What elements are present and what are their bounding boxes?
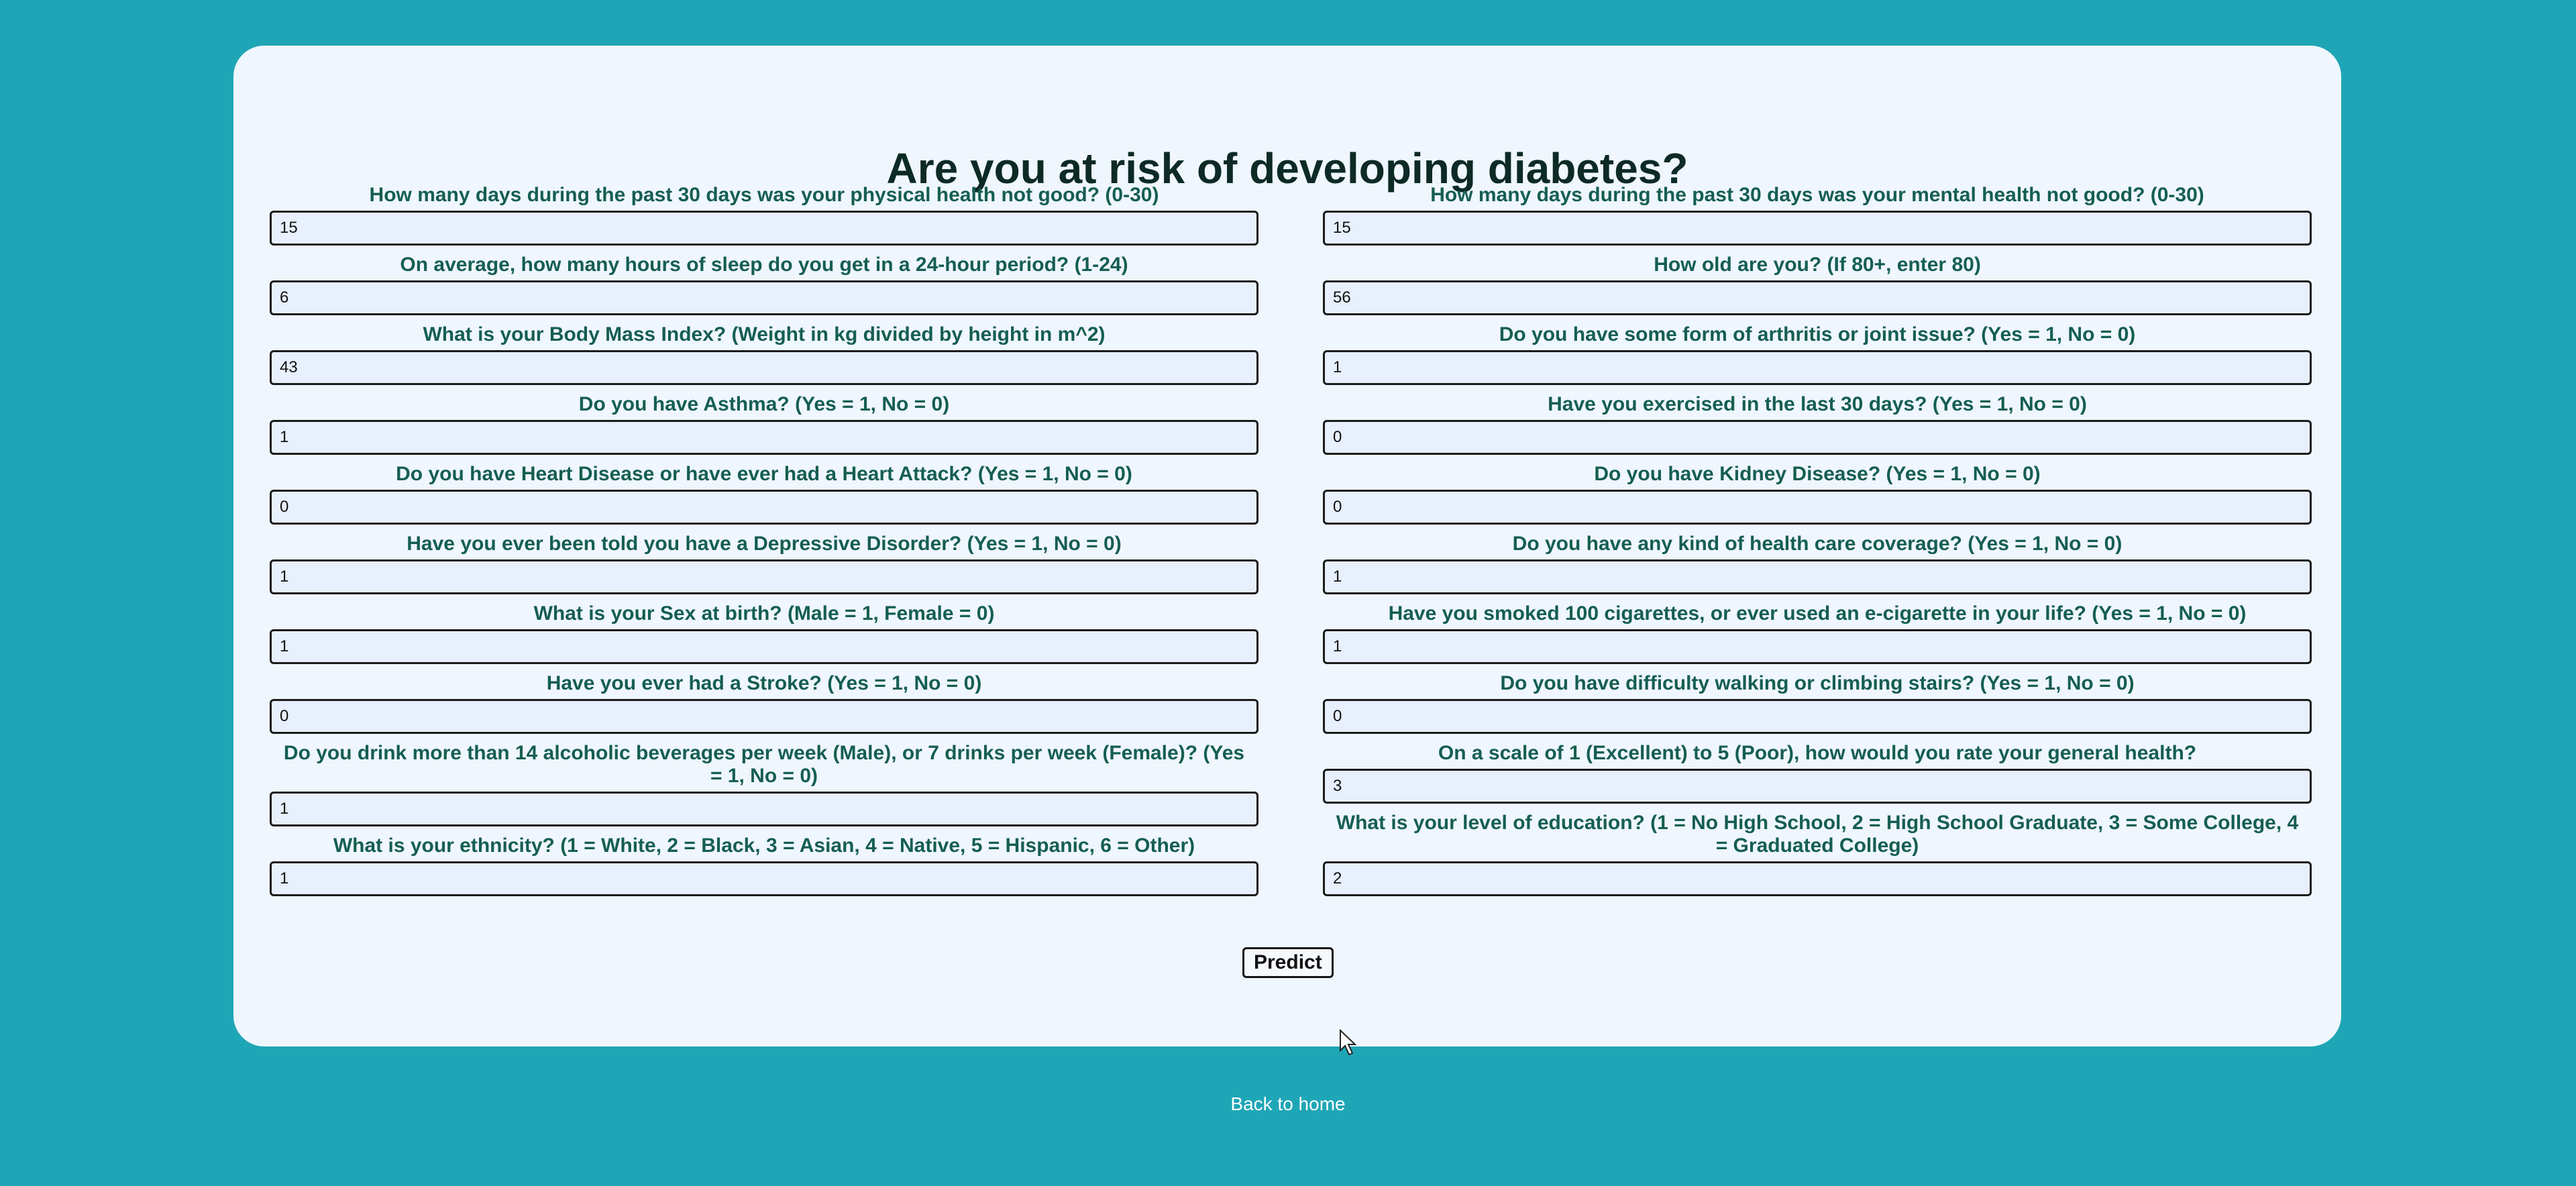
smoking-input[interactable]: 1 — [1323, 629, 2312, 664]
age-input[interactable]: 56 — [1323, 280, 2312, 315]
question-alcohol: Do you drink more than 14 alcoholic beve… — [270, 742, 1258, 826]
mouse-pointer-icon — [1340, 1029, 1357, 1056]
predict-button[interactable]: Predict — [1242, 947, 1334, 978]
question-health-coverage: Do you have any kind of health care cove… — [1323, 533, 2312, 594]
question-label: Do you have Heart Disease or have ever h… — [396, 463, 1132, 485]
arthritis-input[interactable]: 1 — [1323, 350, 2312, 385]
question-label: What is your Body Mass Index? (Weight in… — [423, 323, 1106, 345]
exercise-input[interactable]: 0 — [1323, 420, 2312, 455]
mental-health-input[interactable]: 15 — [1323, 211, 2312, 246]
back-to-home-link[interactable]: Back to home — [0, 1093, 2576, 1115]
question-label: Do you have difficulty walking or climbi… — [1500, 672, 2135, 694]
question-education: What is your level of education? (1 = No… — [1323, 812, 2312, 896]
left-question-column: How many days during the past 30 days wa… — [270, 184, 1258, 904]
question-exercise: Have you exercised in the last 30 days? … — [1323, 393, 2312, 455]
question-label: Do you have Asthma? (Yes = 1, No = 0) — [578, 393, 950, 415]
question-sex: What is your Sex at birth? (Male = 1, Fe… — [270, 602, 1258, 664]
question-ethnicity: What is your ethnicity? (1 = White, 2 = … — [270, 834, 1258, 896]
question-label: How old are you? (If 80+, enter 80) — [1654, 254, 1981, 276]
education-input[interactable]: 2 — [1323, 861, 2312, 896]
right-question-column: How many days during the past 30 days wa… — [1323, 184, 2312, 904]
question-asthma: Do you have Asthma? (Yes = 1, No = 0) 1 — [270, 393, 1258, 455]
question-smoking: Have you smoked 100 cigarettes, or ever … — [1323, 602, 2312, 664]
question-general-health: On a scale of 1 (Excellent) to 5 (Poor),… — [1323, 742, 2312, 804]
sex-input[interactable]: 1 — [270, 629, 1258, 664]
ethnicity-input[interactable]: 1 — [270, 861, 1258, 896]
question-label: On a scale of 1 (Excellent) to 5 (Poor),… — [1438, 742, 2197, 764]
question-stroke: Have you ever had a Stroke? (Yes = 1, No… — [270, 672, 1258, 734]
general-health-input[interactable]: 3 — [1323, 769, 2312, 804]
question-label: Do you have Kidney Disease? (Yes = 1, No… — [1594, 463, 2041, 485]
sleep-hours-input[interactable]: 6 — [270, 280, 1258, 315]
question-bmi: What is your Body Mass Index? (Weight in… — [270, 323, 1258, 385]
difficulty-walking-input[interactable]: 0 — [1323, 699, 2312, 734]
kidney-disease-input[interactable]: 0 — [1323, 490, 2312, 525]
question-label: Do you drink more than 14 alcoholic beve… — [283, 742, 1245, 787]
question-depressive-disorder: Have you ever been told you have a Depre… — [270, 533, 1258, 594]
question-physical-health: How many days during the past 30 days wa… — [270, 184, 1258, 246]
asthma-input[interactable]: 1 — [270, 420, 1258, 455]
question-label: How many days during the past 30 days wa… — [1430, 184, 2204, 206]
question-label: What is your level of education? (1 = No… — [1336, 812, 2299, 857]
depressive-disorder-input[interactable]: 1 — [270, 559, 1258, 594]
question-kidney-disease: Do you have Kidney Disease? (Yes = 1, No… — [1323, 463, 2312, 525]
heart-disease-input[interactable]: 0 — [270, 490, 1258, 525]
question-label: Have you ever had a Stroke? (Yes = 1, No… — [546, 672, 982, 694]
question-heart-disease: Do you have Heart Disease or have ever h… — [270, 463, 1258, 525]
question-label: Have you ever been told you have a Depre… — [407, 533, 1122, 555]
question-label: What is your Sex at birth? (Male = 1, Fe… — [533, 602, 995, 625]
physical-health-input[interactable]: 15 — [270, 211, 1258, 246]
health-coverage-input[interactable]: 1 — [1323, 559, 2312, 594]
question-label: On average, how many hours of sleep do y… — [400, 254, 1128, 276]
question-label: Have you smoked 100 cigarettes, or ever … — [1388, 602, 2247, 625]
question-label: Do you have any kind of health care cove… — [1512, 533, 2123, 555]
bmi-input[interactable]: 43 — [270, 350, 1258, 385]
question-age: How old are you? (If 80+, enter 80) 56 — [1323, 254, 2312, 315]
form-card: Are you at risk of developing diabetes? … — [233, 46, 2341, 1046]
stroke-input[interactable]: 0 — [270, 699, 1258, 734]
question-arthritis: Do you have some form of arthritis or jo… — [1323, 323, 2312, 385]
question-label: Do you have some form of arthritis or jo… — [1499, 323, 2136, 345]
question-difficulty-walking: Do you have difficulty walking or climbi… — [1323, 672, 2312, 734]
question-label: What is your ethnicity? (1 = White, 2 = … — [333, 834, 1195, 857]
question-sleep-hours: On average, how many hours of sleep do y… — [270, 254, 1258, 315]
alcohol-input[interactable]: 1 — [270, 792, 1258, 826]
question-label: How many days during the past 30 days wa… — [369, 184, 1159, 206]
question-mental-health: How many days during the past 30 days wa… — [1323, 184, 2312, 246]
question-label: Have you exercised in the last 30 days? … — [1548, 393, 2087, 415]
